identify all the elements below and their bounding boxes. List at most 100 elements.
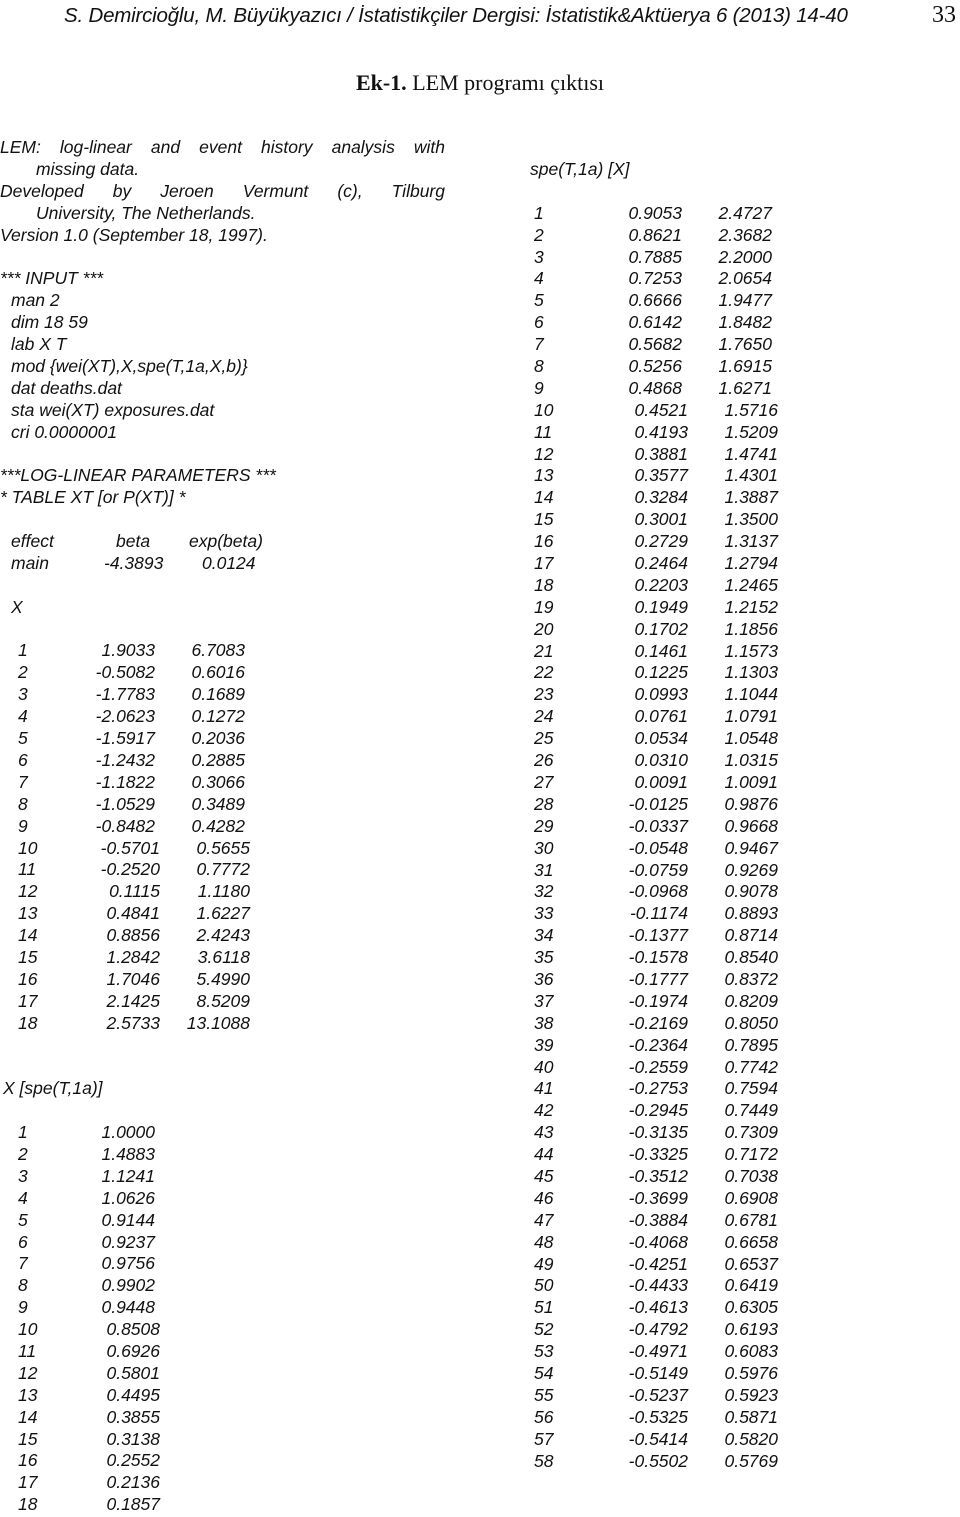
col-beta: beta	[116, 531, 151, 552]
row-index: 7	[534, 334, 544, 355]
row-beta: 0.3284	[634, 487, 688, 508]
input-line: dat deaths.dat	[11, 377, 122, 398]
row-index: 29	[534, 815, 554, 836]
row-index: 12	[18, 1362, 38, 1383]
input-line: sta wei(XT) exposures.dat	[11, 399, 215, 420]
spe-row: 23 0.0993 1.1044	[530, 684, 830, 706]
row-index: 8	[18, 1275, 28, 1296]
row-beta: -0.3135	[628, 1122, 688, 1143]
row-exp: 1.7650	[718, 334, 772, 355]
spe-row: 24 0.0761 1.0791	[530, 706, 830, 728]
row-exp: 1.5716	[724, 399, 778, 420]
spe-label: spe(T,1a) [X]	[530, 159, 630, 179]
x-effect-row: 14 0.8856 2.4243	[0, 925, 445, 947]
row-exp: 0.8372	[724, 968, 778, 989]
row-value: 0.9448	[101, 1297, 155, 1318]
intro-line: LEM: log-linear and event history analys…	[0, 137, 445, 157]
col-exp-beta: exp(beta)	[189, 531, 263, 552]
row-beta: 0.0310	[634, 750, 688, 771]
row-beta: -0.2520	[100, 859, 160, 880]
row-exp: 0.7772	[196, 859, 250, 880]
row-exp: 0.2885	[191, 749, 245, 770]
spe-row: 2 0.8621 2.3682	[530, 225, 830, 247]
xspe-row: 12 0.5801	[0, 1363, 445, 1385]
spe-row: 48 -0.4068 0.6658	[530, 1232, 830, 1254]
row-index: 1	[18, 1122, 28, 1143]
spe-row: 10 0.4521 1.5716	[530, 400, 830, 422]
spe-row: 13 0.3577 1.4301	[530, 465, 830, 487]
spe-row: 16 0.2729 1.3137	[530, 531, 830, 553]
row-exp: 2.2000	[718, 246, 772, 267]
row-index: 5	[18, 728, 28, 749]
row-index: 58	[534, 1450, 554, 1471]
spe-row: 38 -0.2169 0.8050	[530, 1013, 830, 1035]
row-beta: -1.1822	[95, 771, 155, 792]
spe-row: 37 -0.1974 0.8209	[530, 991, 830, 1013]
input-line: lab X T	[11, 334, 67, 355]
row-beta: 0.9053	[628, 202, 682, 223]
x-effect-row: 15 1.2842 3.6118	[0, 947, 445, 969]
row-beta: -0.2169	[628, 1012, 688, 1033]
main-exp: 0.0124	[202, 552, 256, 573]
spe-row: 1 0.9053 2.4727	[530, 203, 830, 225]
row-index: 15	[18, 1428, 38, 1449]
row-index: 16	[18, 1450, 38, 1471]
xspe-row: 1 1.0000	[0, 1122, 445, 1144]
spe-row: 22 0.1225 1.1303	[530, 662, 830, 684]
row-exp: 0.3066	[191, 771, 245, 792]
row-exp: 1.1180	[197, 881, 250, 902]
row-index: 13	[534, 465, 554, 486]
row-exp: 8.5209	[196, 990, 250, 1011]
row-beta: 0.0993	[634, 684, 688, 705]
row-beta: -0.5701	[100, 837, 160, 858]
row-exp: 0.6083	[724, 1341, 778, 1362]
spe-row: 12 0.3881 1.4741	[530, 444, 830, 466]
row-exp: 0.8540	[724, 947, 778, 968]
row-index: 41	[534, 1078, 554, 1099]
spe-row: 29 -0.0337 0.9668	[530, 816, 830, 838]
row-index: 34	[534, 925, 554, 946]
row-exp: 1.3887	[724, 487, 778, 508]
row-exp: 0.5769	[724, 1450, 778, 1471]
row-exp: 0.1689	[191, 684, 245, 705]
input-heading: *** INPUT ***	[0, 268, 104, 289]
row-beta: -0.3512	[628, 1165, 688, 1186]
xspe-row: 2 1.4883	[0, 1144, 445, 1166]
row-beta: 0.2464	[634, 553, 688, 574]
row-value: 0.2552	[106, 1450, 160, 1471]
row-beta: 0.2203	[634, 574, 688, 595]
row-exp: 0.8714	[724, 925, 778, 946]
row-exp: 0.7742	[724, 1056, 778, 1077]
row-beta: -0.4068	[628, 1231, 688, 1252]
spe-row: 20 0.1702 1.1856	[530, 619, 830, 641]
row-beta: -0.5414	[628, 1428, 688, 1449]
xspe-row: 5 0.9144	[0, 1210, 445, 1232]
row-index: 32	[534, 881, 554, 902]
row-index: 17	[18, 990, 38, 1011]
row-index: 19	[534, 596, 554, 617]
row-index: 5	[534, 290, 544, 311]
row-exp: 1.5209	[724, 421, 778, 442]
row-beta: -0.1578	[628, 947, 688, 968]
row-beta: 0.5256	[628, 356, 682, 377]
row-exp: 0.9467	[724, 837, 778, 858]
x-effect-row: 11 -0.2520 0.7772	[0, 859, 445, 881]
page-number: 33	[932, 2, 956, 28]
xspe-row: 6 0.9237	[0, 1232, 445, 1254]
row-beta: -0.0759	[628, 859, 688, 880]
row-beta: -0.2753	[628, 1078, 688, 1099]
row-exp: 1.1044	[724, 684, 778, 705]
x-effect-row: 1 1.9033 6.7083	[0, 640, 445, 662]
row-index: 14	[18, 925, 38, 946]
row-value: 0.9902	[101, 1275, 155, 1296]
row-exp: 1.1573	[724, 640, 778, 661]
xspe-row: 14 0.3855	[0, 1407, 445, 1429]
xspe-row: 9 0.9448	[0, 1297, 445, 1319]
xspe-row: 15 0.3138	[0, 1429, 445, 1451]
spe-table: 1 0.9053 2.4727 2 0.8621 2.3682 3 0.7885 2.2000 4…	[530, 203, 830, 1473]
row-value: 0.8508	[106, 1319, 160, 1340]
left-column: LEM: log-linear and event history analys…	[0, 137, 445, 1516]
row-exp: 0.6419	[724, 1275, 778, 1296]
row-exp: 6.7083	[191, 640, 245, 661]
row-exp: 1.6271	[718, 377, 772, 398]
